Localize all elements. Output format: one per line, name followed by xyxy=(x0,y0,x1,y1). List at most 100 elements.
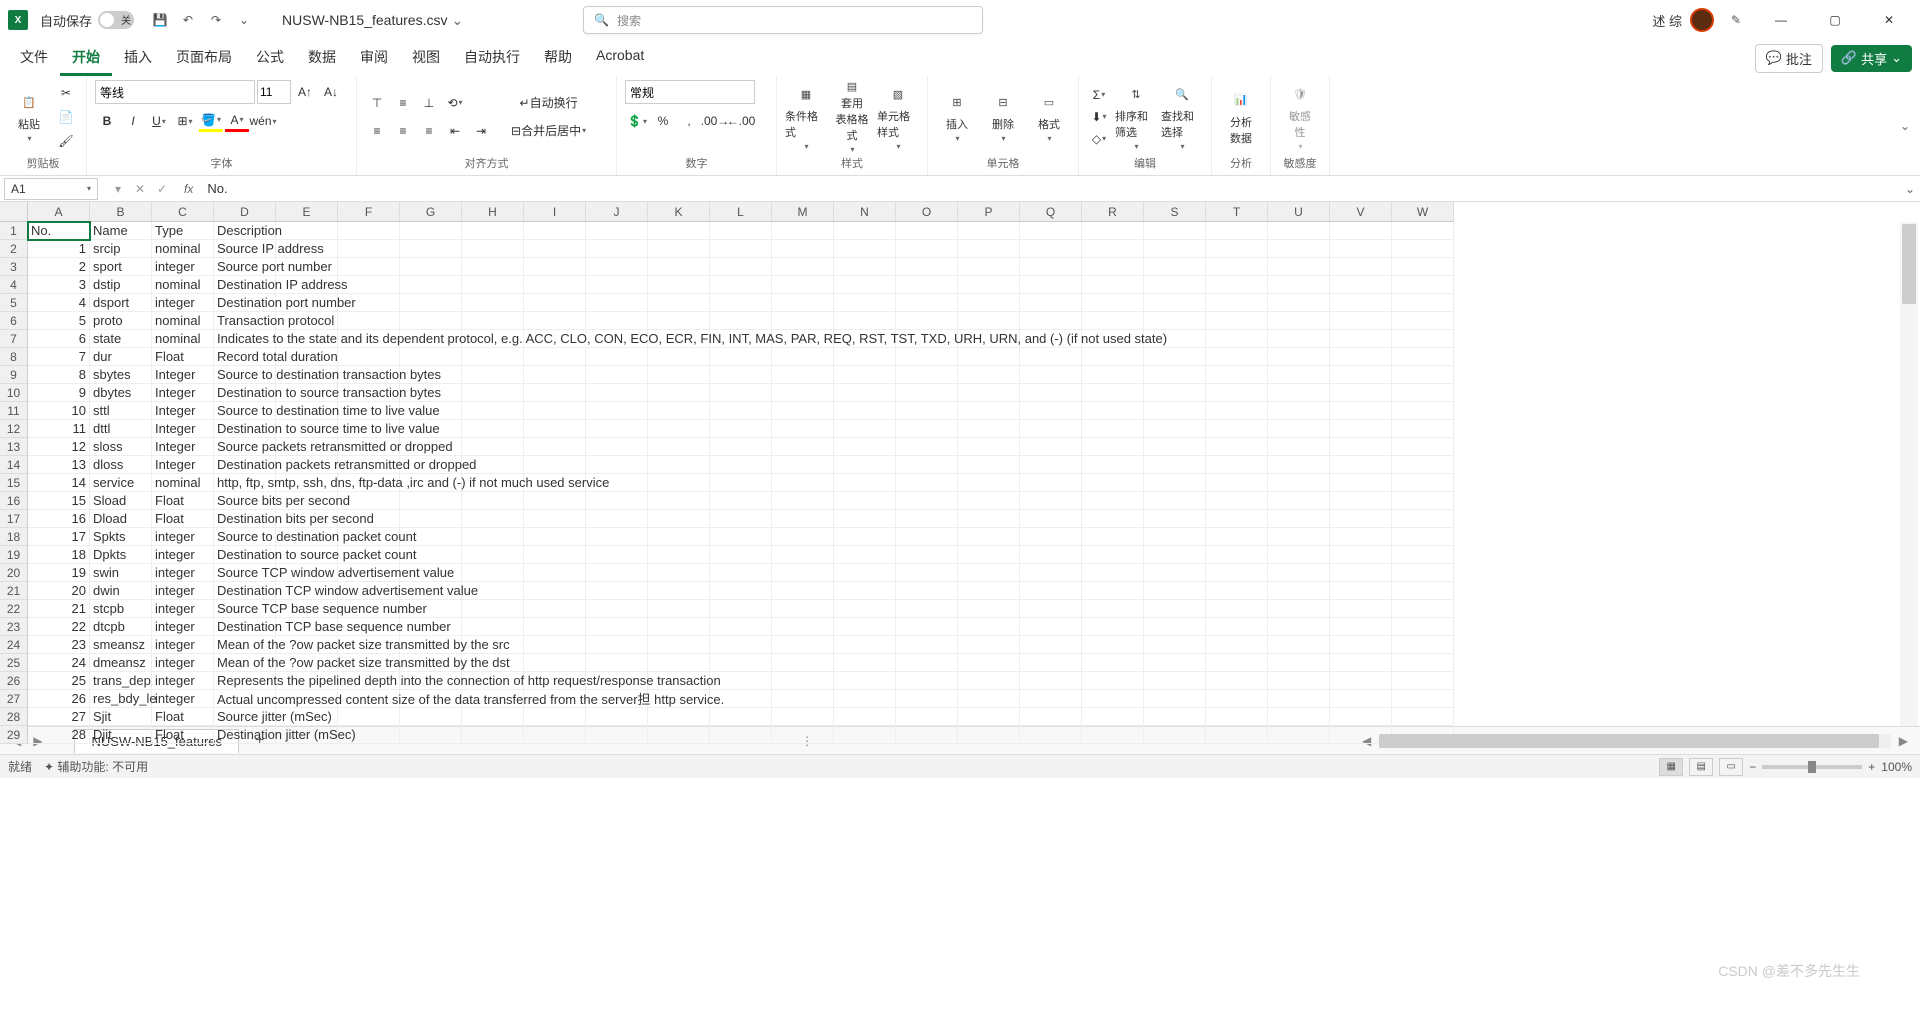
cell[interactable] xyxy=(586,402,648,420)
cell[interactable] xyxy=(1082,708,1144,726)
cell[interactable] xyxy=(1268,654,1330,672)
cell[interactable] xyxy=(958,564,1020,582)
cell[interactable]: 17 xyxy=(28,528,90,546)
cell[interactable] xyxy=(648,402,710,420)
cell[interactable] xyxy=(834,384,896,402)
cell[interactable] xyxy=(1330,636,1392,654)
cell[interactable] xyxy=(958,312,1020,330)
cell[interactable] xyxy=(1020,510,1082,528)
cell[interactable] xyxy=(1082,402,1144,420)
cell[interactable] xyxy=(710,528,772,546)
formula-dropdown-button[interactable]: ▾ xyxy=(108,182,128,196)
cell[interactable] xyxy=(524,582,586,600)
font-color-button[interactable]: A▾ xyxy=(225,110,249,132)
cell[interactable] xyxy=(1082,726,1144,744)
cell[interactable] xyxy=(1330,618,1392,636)
cell[interactable] xyxy=(958,618,1020,636)
cell[interactable] xyxy=(524,258,586,276)
cell[interactable] xyxy=(1392,438,1454,456)
cell[interactable] xyxy=(1144,672,1206,690)
font-name-select[interactable] xyxy=(95,80,255,104)
cell[interactable] xyxy=(524,366,586,384)
cell[interactable] xyxy=(1144,348,1206,366)
cell[interactable] xyxy=(772,276,834,294)
cell[interactable] xyxy=(1206,654,1268,672)
cell[interactable] xyxy=(958,600,1020,618)
cell[interactable] xyxy=(1082,510,1144,528)
cell[interactable] xyxy=(648,564,710,582)
cell[interactable]: 13 xyxy=(28,456,90,474)
cell[interactable] xyxy=(648,654,710,672)
cell[interactable]: nominal xyxy=(152,276,214,294)
clear-button[interactable]: ◇▾ xyxy=(1087,129,1111,149)
row-header[interactable]: 28 xyxy=(0,708,28,726)
cell[interactable] xyxy=(1330,294,1392,312)
cell[interactable] xyxy=(772,546,834,564)
cell[interactable] xyxy=(772,474,834,492)
cell[interactable] xyxy=(586,222,648,240)
cell[interactable]: dwin xyxy=(90,582,152,600)
cell[interactable] xyxy=(524,420,586,438)
cell[interactable] xyxy=(524,402,586,420)
cell[interactable] xyxy=(896,618,958,636)
cell[interactable] xyxy=(586,546,648,564)
page-layout-view-button[interactable]: ▤ xyxy=(1689,758,1713,776)
column-header[interactable]: C xyxy=(152,202,214,222)
column-header[interactable]: K xyxy=(648,202,710,222)
cell[interactable] xyxy=(896,258,958,276)
cell[interactable] xyxy=(710,384,772,402)
currency-button[interactable]: 💲▾ xyxy=(625,110,649,132)
cell[interactable] xyxy=(1392,402,1454,420)
cell[interactable] xyxy=(772,456,834,474)
cell[interactable] xyxy=(772,672,834,690)
cell[interactable] xyxy=(834,348,896,366)
cell[interactable] xyxy=(1392,456,1454,474)
column-header[interactable]: F xyxy=(338,202,400,222)
cell[interactable] xyxy=(1144,582,1206,600)
cell[interactable] xyxy=(1268,672,1330,690)
cell[interactable] xyxy=(1330,222,1392,240)
cell[interactable] xyxy=(1392,582,1454,600)
column-header[interactable]: I xyxy=(524,202,586,222)
cell[interactable] xyxy=(1268,348,1330,366)
cell[interactable] xyxy=(958,690,1020,708)
cell[interactable] xyxy=(834,564,896,582)
cell[interactable] xyxy=(1330,654,1392,672)
cell[interactable] xyxy=(1268,276,1330,294)
cell[interactable] xyxy=(648,366,710,384)
horizontal-scrollbar[interactable]: ◀ ▶ xyxy=(1350,734,1920,748)
cell[interactable] xyxy=(896,528,958,546)
cell[interactable] xyxy=(1330,240,1392,258)
cancel-formula-button[interactable]: ✕ xyxy=(130,182,150,196)
cell[interactable]: nominal xyxy=(152,330,214,348)
cell[interactable] xyxy=(834,654,896,672)
column-header[interactable]: J xyxy=(586,202,648,222)
cell[interactable] xyxy=(1082,546,1144,564)
cell[interactable]: Dload xyxy=(90,510,152,528)
cell[interactable] xyxy=(462,510,524,528)
cell[interactable] xyxy=(834,690,896,708)
cell[interactable] xyxy=(1268,474,1330,492)
formula-input[interactable]: No. xyxy=(199,181,1900,196)
cell[interactable] xyxy=(958,276,1020,294)
cell[interactable] xyxy=(958,222,1020,240)
align-middle-button[interactable]: ≡ xyxy=(391,92,415,114)
cell[interactable] xyxy=(462,384,524,402)
cell[interactable] xyxy=(462,708,524,726)
page-break-view-button[interactable]: ▭ xyxy=(1719,758,1743,776)
cell[interactable] xyxy=(1206,366,1268,384)
cell[interactable]: dsport xyxy=(90,294,152,312)
ribbon-tab[interactable]: 自动执行 xyxy=(452,41,532,76)
cell[interactable] xyxy=(524,636,586,654)
pen-icon[interactable]: ✎ xyxy=(1724,8,1748,32)
cell[interactable] xyxy=(1206,582,1268,600)
cell[interactable] xyxy=(772,654,834,672)
cell[interactable] xyxy=(1144,654,1206,672)
cell[interactable] xyxy=(1392,420,1454,438)
cell[interactable] xyxy=(1268,330,1330,348)
cell[interactable] xyxy=(648,618,710,636)
cell[interactable]: sttl xyxy=(90,402,152,420)
cell[interactable] xyxy=(462,366,524,384)
cell[interactable] xyxy=(772,402,834,420)
cell[interactable] xyxy=(338,222,400,240)
